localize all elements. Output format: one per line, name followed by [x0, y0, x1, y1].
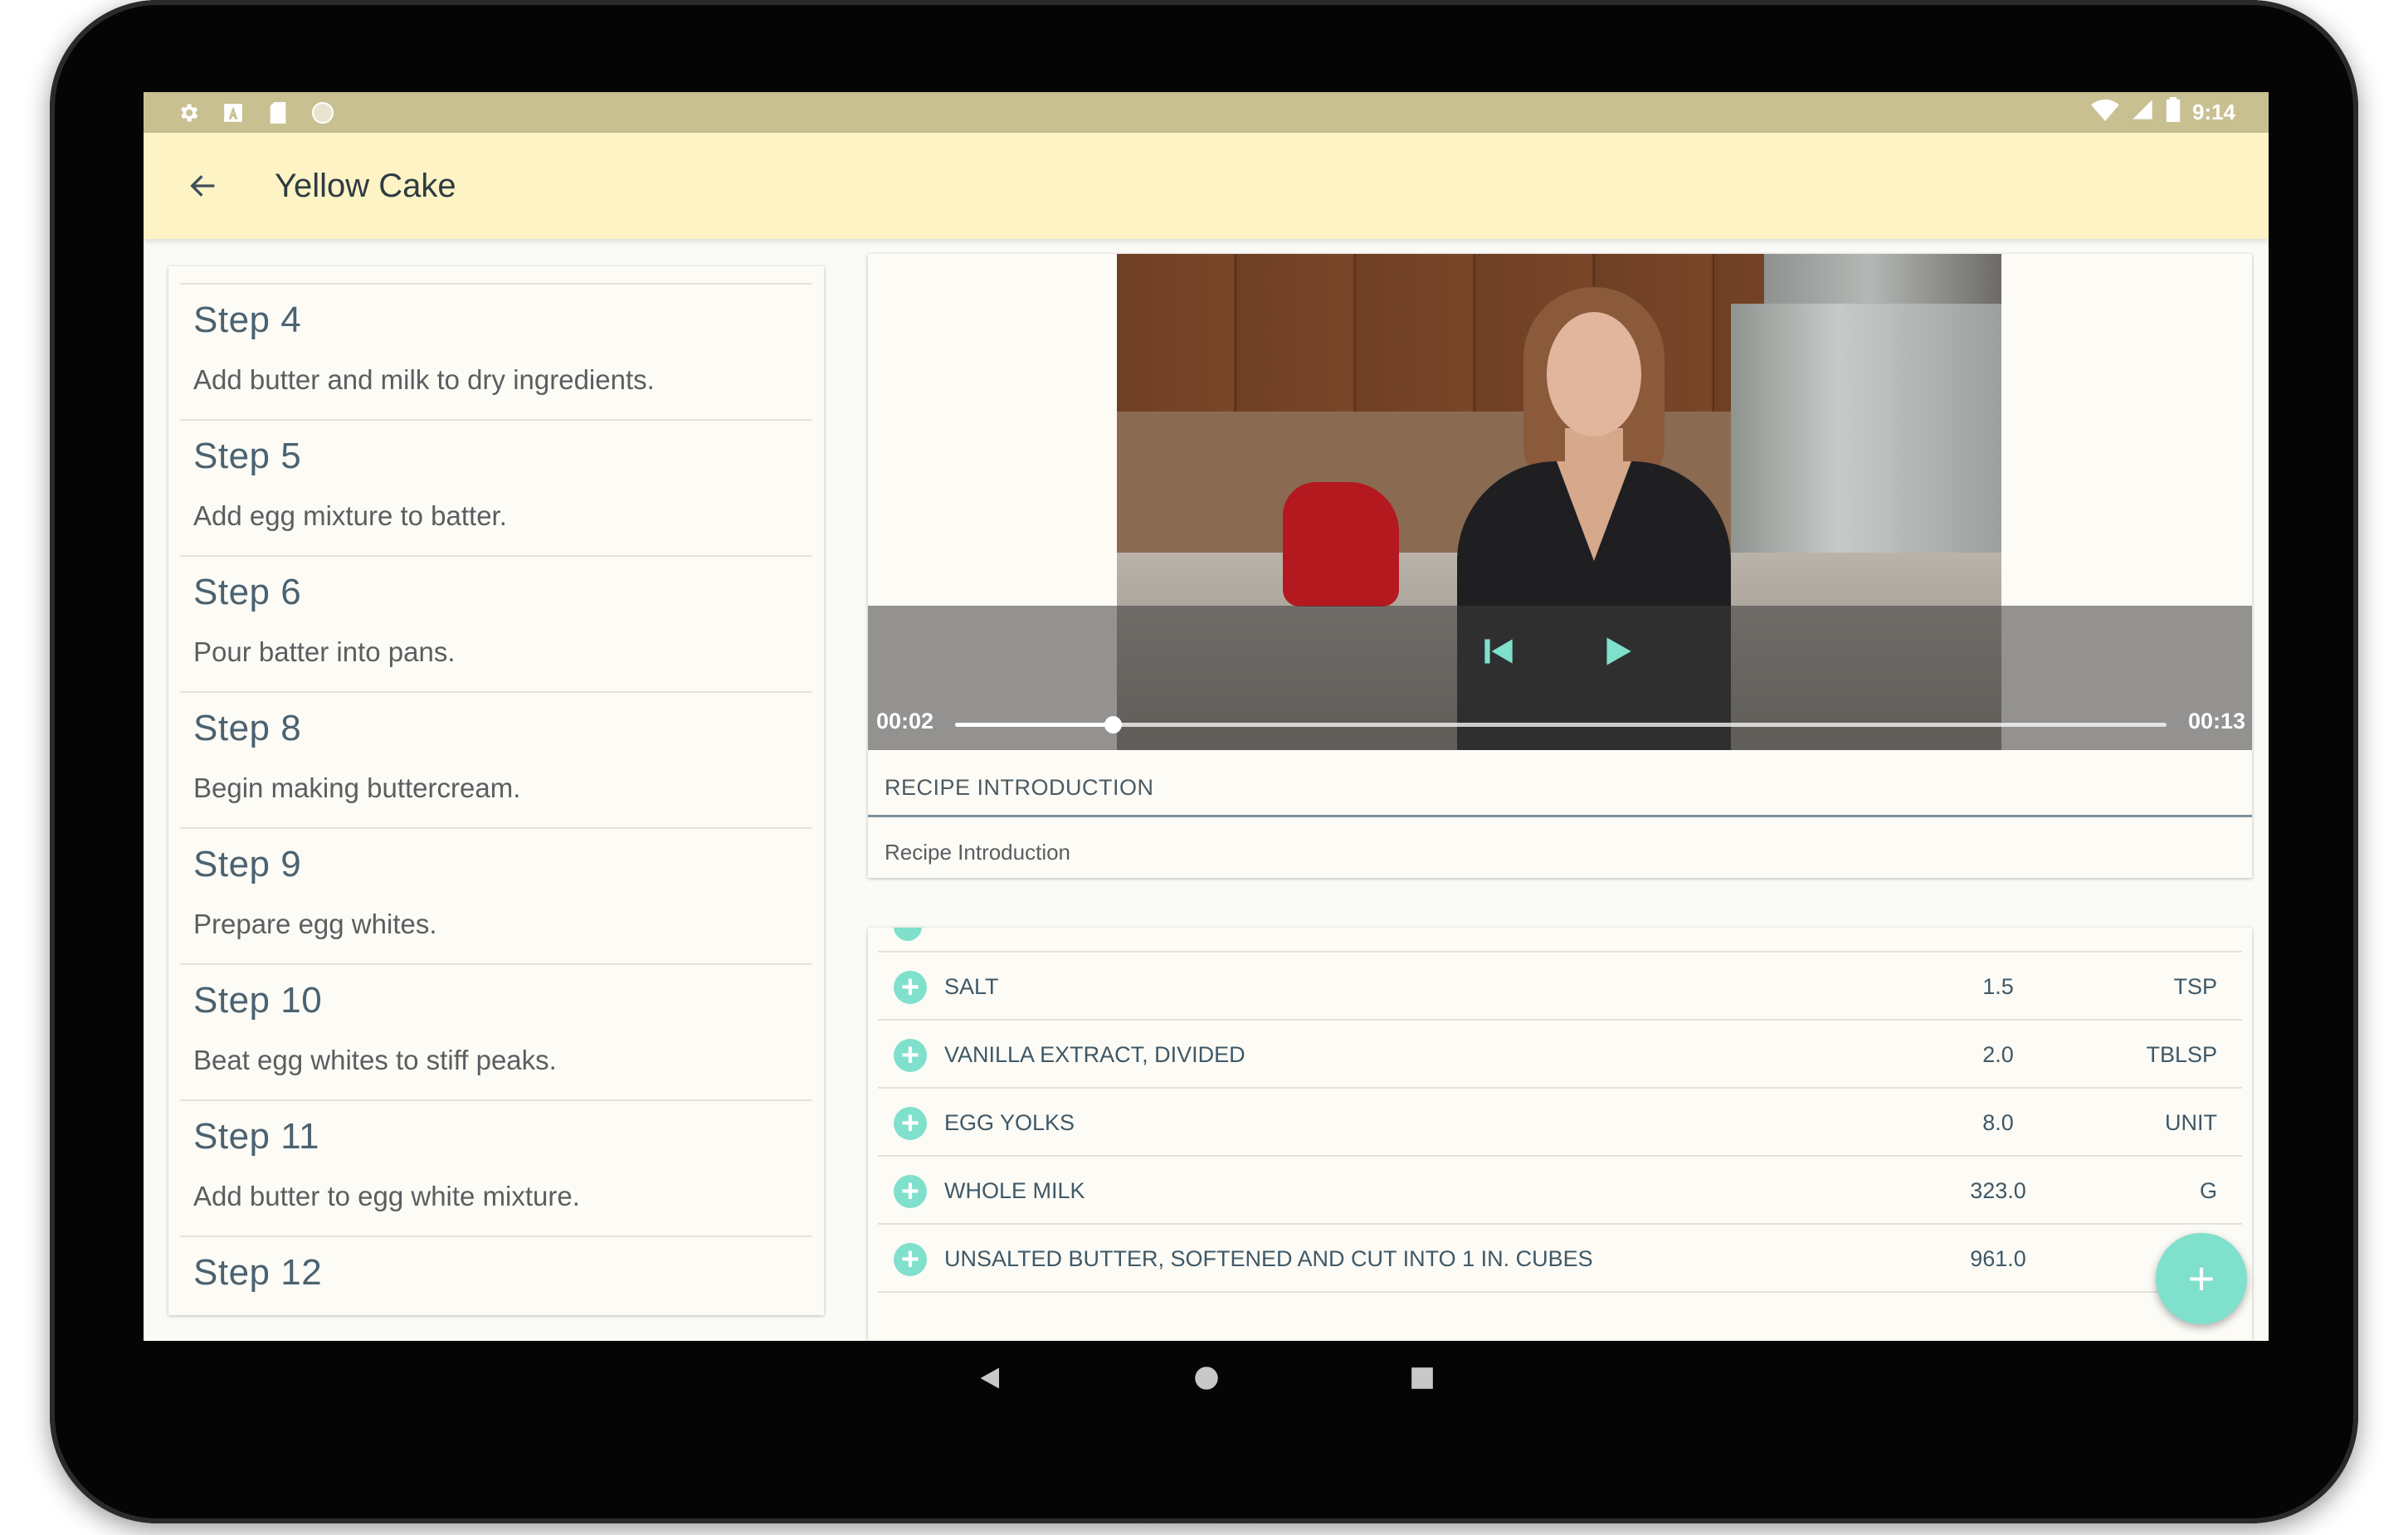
sd-card-icon [266, 101, 290, 124]
gear-icon [177, 101, 200, 124]
stand-mixer-image [1283, 482, 1399, 607]
add-icon [894, 928, 922, 941]
back-triangle-icon [980, 1367, 999, 1389]
signal-icon [2131, 98, 2154, 127]
seek-thumb[interactable] [1104, 716, 1122, 733]
add-ingredient-button[interactable]: + [894, 971, 927, 1004]
back-button[interactable] [173, 156, 233, 216]
play-button[interactable] [1596, 631, 1638, 672]
skip-previous-button[interactable] [1478, 631, 1519, 672]
step-description: Add butter to egg white mixture. [193, 1181, 580, 1211]
nav-recents-button[interactable] [1397, 1353, 1447, 1403]
step-title: Step 9 [193, 844, 302, 884]
ingredients-list[interactable]: + SALT 1.5 TSP + VANILLA EXTRACT, DIVIDE… [868, 928, 2252, 1341]
ingredient-name: UNSALTED BUTTER, SOFTENED AND CUT INTO 1… [944, 1246, 1593, 1271]
step-item[interactable]: Step 4 Add butter and milk to dry ingred… [180, 283, 812, 419]
ingredient-quantity: 961.0 [1970, 1246, 2026, 1271]
skip-previous-icon [1484, 639, 1513, 664]
add-ingredient-button[interactable]: + [894, 1243, 927, 1276]
add-fab-button[interactable]: + [2156, 1233, 2247, 1324]
step-item[interactable]: Step 8 Begin making buttercream. [180, 691, 812, 827]
plus-icon: + [2187, 1252, 2215, 1304]
step-title: Step 5 [193, 436, 302, 476]
step-description: Recipe Introduction [885, 840, 1071, 865]
steps-list[interactable]: Step 4 Add butter and milk to dry ingred… [168, 266, 824, 1315]
step-title: Step 8 [193, 708, 302, 748]
ingredient-row: + EGG YOLKS 8.0 UNIT [878, 1087, 2242, 1155]
player-controls: 00:02 00:13 [868, 606, 2252, 750]
seek-progress [955, 723, 1113, 727]
app-bar: Yellow Cake [144, 133, 2269, 239]
ingredient-quantity: 1.5 [1982, 974, 2014, 999]
recents-square-icon [1411, 1367, 1433, 1389]
add-ingredient-button[interactable]: + [894, 1107, 927, 1140]
step-title: Step 11 [193, 1116, 319, 1157]
step-item[interactable]: Step 6 Pour batter into pans. [180, 555, 812, 691]
ingredient-row: + SALT 1.5 TSP [878, 951, 2242, 1019]
step-title: Step 4 [193, 300, 302, 340]
circle-icon [311, 101, 334, 124]
step-title: Step 6 [193, 572, 302, 612]
step-item[interactable]: Step 5 Add egg mixture to batter. [180, 419, 812, 555]
ingredient-unit: UNIT [2165, 1110, 2217, 1135]
step-title: Step 12 [193, 1252, 323, 1293]
step-description: Beat egg whites to stiff peaks. [193, 1045, 557, 1075]
screen: 9:14 Yellow Cake Step 4 Add butter and m… [144, 92, 2269, 1341]
nav-back-button[interactable] [966, 1353, 1016, 1403]
ingredient-row: + WHOLE MILK 323.0 G [878, 1155, 2242, 1223]
ingredient-name: WHOLE MILK [944, 1178, 1085, 1203]
ingredient-name: EGG YOLKS [944, 1110, 1075, 1135]
step-item[interactable]: Step 10 Beat egg whites to stiff peaks. [180, 963, 812, 1099]
current-time: 00:02 [876, 709, 934, 733]
ingredient-quantity: 2.0 [1982, 1042, 2014, 1067]
add-ingredient-button[interactable]: + [894, 1039, 927, 1072]
status-time: 9:14 [2191, 100, 2235, 124]
home-circle-icon [1194, 1367, 1218, 1390]
step-item[interactable]: Step 12 [180, 1235, 812, 1315]
step-description: Prepare egg whites. [193, 909, 437, 939]
ingredient-quantity: 323.0 [1970, 1178, 2026, 1203]
ingredient-quantity: 8.0 [1982, 1110, 2014, 1135]
step-description: Add butter and milk to dry ingredients. [193, 364, 655, 395]
step-item[interactable]: Step 9 Prepare egg whites. [180, 827, 812, 963]
list-divider [878, 1291, 2242, 1341]
step-description: Add egg mixture to batter. [193, 500, 507, 531]
ingredient-name: VANILLA EXTRACT, DIVIDED [944, 1042, 1245, 1067]
system-nav-bar [144, 1341, 2269, 1416]
nav-home-button[interactable] [1182, 1353, 1231, 1403]
ingredient-unit: TSP [2173, 974, 2217, 999]
step-short-description: RECIPE INTRODUCTION [885, 775, 1154, 800]
arrow-left-icon [190, 175, 215, 197]
ingredient-row: + VANILLA EXTRACT, DIVIDED 2.0 TBLSP [878, 1019, 2242, 1087]
ingredient-unit: G [2199, 1178, 2217, 1203]
seek-bar[interactable] [955, 716, 2167, 733]
divider [868, 815, 2252, 817]
step-item[interactable]: Step 11 Add butter to egg white mixture. [180, 1099, 812, 1235]
ingredient-name: SALT [944, 974, 999, 999]
video-card: 00:02 00:13 RECIPE INTRODUCTION Recipe I… [868, 254, 2252, 878]
video-player[interactable]: 00:02 00:13 [868, 254, 2252, 750]
wifi-icon [2091, 98, 2119, 127]
status-bar: 9:14 [144, 92, 2269, 133]
play-icon [1606, 637, 1631, 665]
battery-icon [2166, 97, 2181, 128]
page-title: Yellow Cake [275, 167, 456, 204]
step-title: Step 10 [193, 980, 323, 1021]
total-time: 00:13 [2187, 709, 2245, 733]
step-description: Pour batter into pans. [193, 636, 456, 667]
a-icon [222, 101, 245, 124]
ingredient-unit: TBLSP [2146, 1042, 2217, 1067]
add-ingredient-button[interactable]: + [894, 1175, 927, 1208]
ingredient-row: + UNSALTED BUTTER, SOFTENED AND CUT INTO… [878, 1223, 2242, 1291]
step-description: Begin making buttercream. [193, 772, 521, 803]
